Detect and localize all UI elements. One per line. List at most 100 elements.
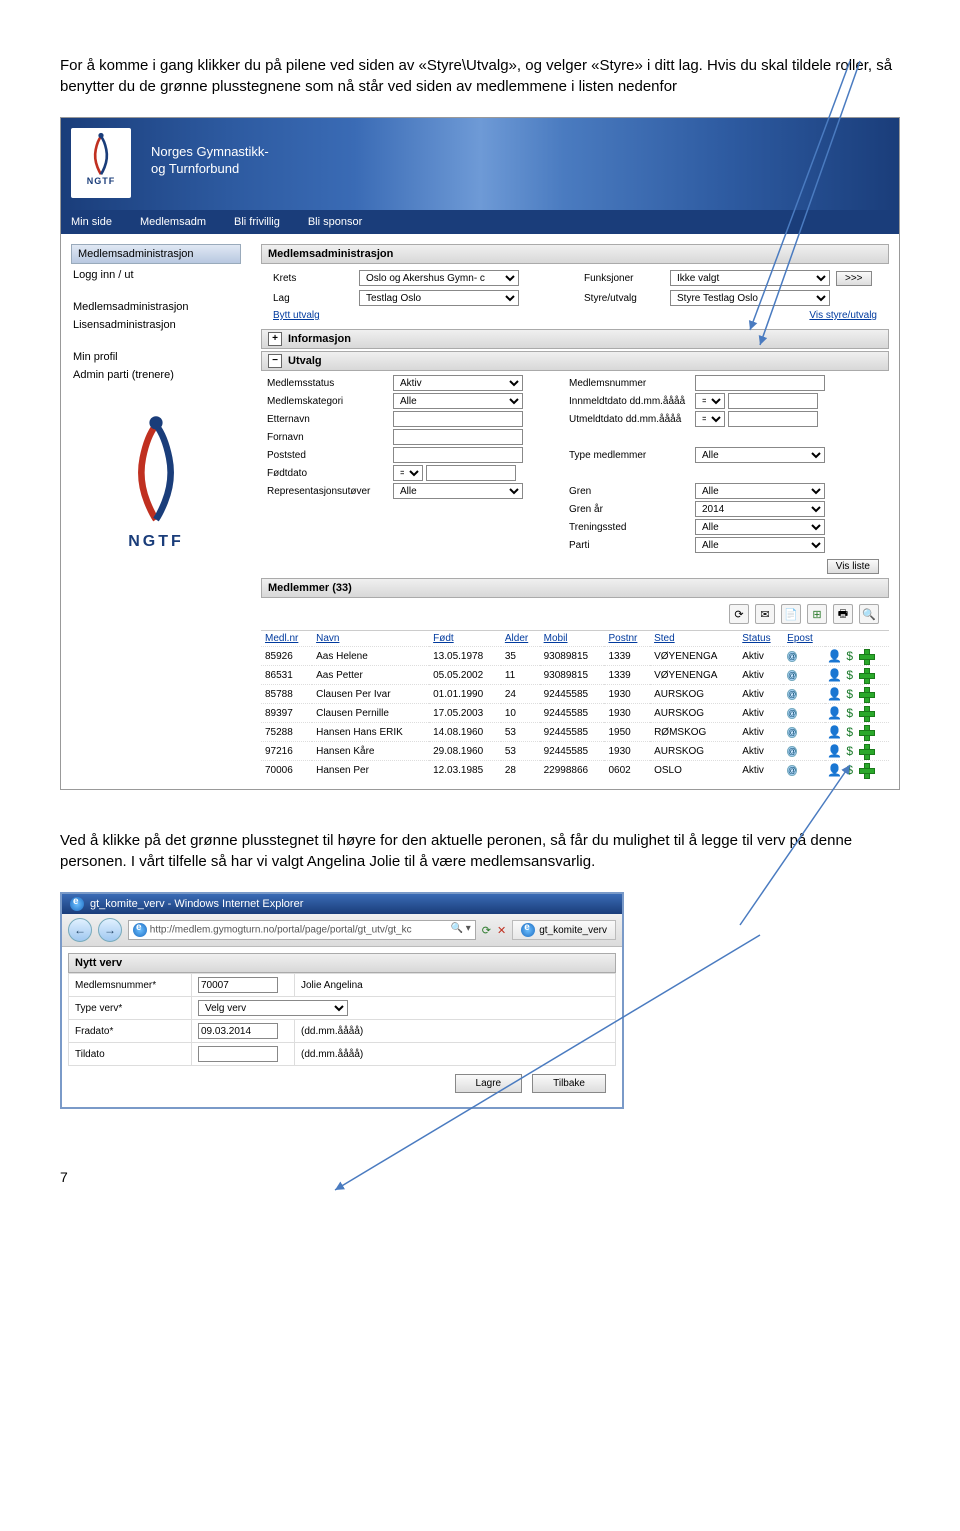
money-icon[interactable]: $ bbox=[844, 688, 856, 701]
input-innmeldt[interactable] bbox=[728, 393, 818, 409]
money-icon[interactable]: $ bbox=[844, 669, 856, 682]
add-role-plus-icon[interactable] bbox=[859, 725, 873, 739]
dlg-input-medlnr[interactable] bbox=[198, 977, 278, 993]
lbl-medlemsnummer: Medlemsnummer bbox=[569, 378, 689, 389]
col-medlnr[interactable]: Medl.nr bbox=[261, 631, 312, 647]
input-fodtdato[interactable] bbox=[426, 465, 516, 481]
add-role-plus-icon[interactable] bbox=[859, 649, 873, 663]
browser-tab[interactable]: gt_komite_verv bbox=[512, 920, 616, 940]
dlg-input-til[interactable] bbox=[198, 1046, 278, 1062]
btn-vis-liste[interactable]: Vis liste bbox=[827, 559, 879, 574]
col-mobil[interactable]: Mobil bbox=[540, 631, 605, 647]
add-role-plus-icon[interactable] bbox=[859, 668, 873, 682]
select-funksjoner[interactable]: Ikke valgt bbox=[670, 270, 830, 286]
refresh-icon[interactable]: ⟳ bbox=[729, 604, 749, 624]
dlg-input-fra[interactable] bbox=[198, 1023, 278, 1039]
cell-epost[interactable]: @ bbox=[783, 647, 824, 666]
stop-icon[interactable]: ✕ bbox=[497, 924, 506, 937]
sidebar-medlemsadm[interactable]: Medlemsadministrasjon bbox=[71, 298, 241, 316]
col-navn[interactable]: Navn bbox=[312, 631, 429, 647]
select-treningssted[interactable]: Alle bbox=[695, 519, 825, 535]
sidebar-lisensadm[interactable]: Lisensadministrasjon bbox=[71, 316, 241, 334]
section-informasjon[interactable]: + Informasjon bbox=[261, 329, 889, 349]
select-utmeldt-op[interactable]: = bbox=[695, 411, 725, 427]
select-krets[interactable]: Oslo og Akershus Gymn- c bbox=[359, 270, 519, 286]
lbl-lag: Lag bbox=[273, 293, 353, 304]
select-gren-ar[interactable]: 2014 bbox=[695, 501, 825, 517]
add-role-plus-icon[interactable] bbox=[859, 706, 873, 720]
toggle-plus-icon[interactable]: + bbox=[268, 332, 282, 346]
url-box[interactable]: http://medlem.gymogturn.no/portal/page/p… bbox=[128, 920, 476, 940]
cell-epost[interactable]: @ bbox=[783, 761, 824, 780]
col-sted[interactable]: Sted bbox=[650, 631, 738, 647]
col-alder[interactable]: Alder bbox=[501, 631, 540, 647]
col-postnr[interactable]: Postnr bbox=[604, 631, 650, 647]
person-icon[interactable]: 👤 bbox=[829, 726, 841, 739]
money-icon[interactable]: $ bbox=[844, 745, 856, 758]
col-epost[interactable]: Epost bbox=[783, 631, 824, 647]
select-medlemsstatus[interactable]: Aktiv bbox=[393, 375, 523, 391]
cell-status: Aktiv bbox=[738, 647, 783, 666]
select-styre-utvalg[interactable]: Styre Testlag Oslo bbox=[670, 290, 830, 306]
select-type[interactable]: Alle bbox=[695, 447, 825, 463]
btn-lagre[interactable]: Lagre bbox=[455, 1074, 523, 1093]
menu-bli-frivillig[interactable]: Bli frivillig bbox=[234, 216, 280, 228]
money-icon[interactable]: $ bbox=[844, 707, 856, 720]
person-icon[interactable]: 👤 bbox=[829, 669, 841, 682]
money-icon[interactable]: $ bbox=[844, 764, 856, 777]
excel-icon[interactable]: ⊞ bbox=[807, 604, 827, 624]
money-icon[interactable]: $ bbox=[844, 726, 856, 739]
add-role-plus-icon[interactable] bbox=[859, 744, 873, 758]
menu-min-side[interactable]: Min side bbox=[71, 216, 112, 228]
sidebar-admin-parti[interactable]: Admin parti (trenere) bbox=[71, 366, 241, 384]
input-etternavn[interactable] bbox=[393, 411, 523, 427]
select-parti[interactable]: Alle bbox=[695, 537, 825, 553]
add-role-plus-icon[interactable] bbox=[859, 687, 873, 701]
select-fodt-op[interactable]: = bbox=[393, 465, 423, 481]
add-role-plus-icon[interactable] bbox=[859, 763, 873, 777]
section-utvalg[interactable]: − Utvalg bbox=[261, 351, 889, 371]
select-repr[interactable]: Alle bbox=[393, 483, 523, 499]
menu-bli-sponsor[interactable]: Bli sponsor bbox=[308, 216, 362, 228]
person-icon[interactable]: 👤 bbox=[829, 764, 841, 777]
col-fodt[interactable]: Født bbox=[429, 631, 501, 647]
back-icon[interactable]: ← bbox=[68, 918, 92, 942]
cell-epost[interactable]: @ bbox=[783, 666, 824, 685]
cell-epost[interactable]: @ bbox=[783, 704, 824, 723]
input-fornavn[interactable] bbox=[393, 429, 523, 445]
cell-alder: 53 bbox=[501, 723, 540, 742]
select-medlemskategori[interactable]: Alle bbox=[393, 393, 523, 409]
select-gren[interactable]: Alle bbox=[695, 483, 825, 499]
cell-epost[interactable]: @ bbox=[783, 685, 824, 704]
menu-medlemsadm[interactable]: Medlemsadm bbox=[140, 216, 206, 228]
sidebar-logg-inn[interactable]: Logg inn / ut bbox=[71, 266, 241, 284]
input-poststed[interactable] bbox=[393, 447, 523, 463]
menubar: Min side Medlemsadm Bli frivillig Bli sp… bbox=[61, 210, 899, 234]
link-bytt-utvalg[interactable]: Bytt utvalg bbox=[273, 310, 320, 321]
select-innmeldt-op[interactable]: = bbox=[695, 393, 725, 409]
person-icon[interactable]: 👤 bbox=[829, 650, 841, 663]
col-status[interactable]: Status bbox=[738, 631, 783, 647]
money-icon[interactable]: $ bbox=[844, 650, 856, 663]
btn-arrows[interactable]: >>> bbox=[836, 271, 872, 286]
input-medlemsnummer[interactable] bbox=[695, 375, 825, 391]
person-icon[interactable]: 👤 bbox=[829, 688, 841, 701]
mail-icon[interactable]: ✉ bbox=[755, 604, 775, 624]
sidebar-min-profil[interactable]: Min profil bbox=[71, 348, 241, 366]
refresh-icon[interactable]: ⟳ bbox=[482, 924, 491, 937]
print-icon[interactable]: 🖶 bbox=[833, 604, 853, 624]
input-utmeldt[interactable] bbox=[728, 411, 818, 427]
select-lag[interactable]: Testlag Oslo bbox=[359, 290, 519, 306]
doc-icon[interactable]: 📄 bbox=[781, 604, 801, 624]
search-icon[interactable]: 🔍 bbox=[859, 604, 879, 624]
person-icon[interactable]: 👤 bbox=[829, 745, 841, 758]
toggle-minus-icon[interactable]: − bbox=[268, 354, 282, 368]
link-vis-styre[interactable]: Vis styre/utvalg bbox=[809, 310, 877, 321]
cell-epost[interactable]: @ bbox=[783, 723, 824, 742]
cell-epost[interactable]: @ bbox=[783, 742, 824, 761]
dlg-select-type[interactable]: Velg verv bbox=[198, 1000, 348, 1016]
forward-icon[interactable]: → bbox=[98, 918, 122, 942]
btn-tilbake[interactable]: Tilbake bbox=[532, 1074, 606, 1093]
person-icon[interactable]: 👤 bbox=[829, 707, 841, 720]
cell-alder: 28 bbox=[501, 761, 540, 780]
